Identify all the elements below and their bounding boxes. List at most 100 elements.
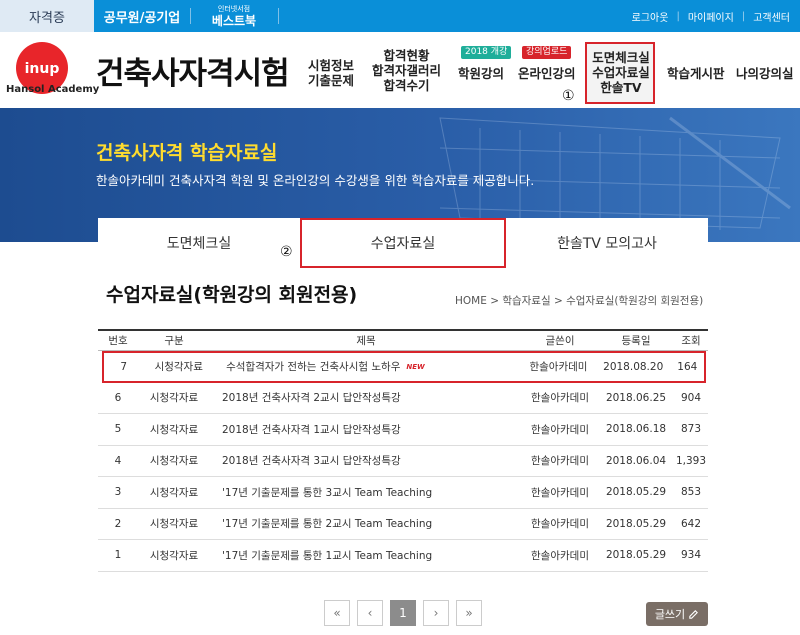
row-title[interactable]: '17년 기출문제를 통한 2교시 Team Teaching [210,509,522,540]
row-views: 873 [674,414,708,445]
row-title[interactable]: 수석합격자가 전하는 건축사시험 노하우 NEW [214,353,521,381]
divider [278,8,279,24]
table-row[interactable]: 3 시청각자료 '17년 기출문제를 통한 3교시 Team Teaching 한솔아… [98,477,708,509]
nav-pass-status[interactable]: 합격현황 합격자갤러리 합격수기 [372,48,441,93]
pager-next-button[interactable]: › [423,600,449,626]
page-title: 수업자료실(학원강의 회원전용) [106,284,358,306]
row-no-text: 4 [114,454,122,467]
utility-links: 로그아웃 | 마이페이지 | 고객센터 [632,0,790,32]
row-title[interactable]: '17년 기출문제를 통한 1교시 Team Teaching [210,540,522,571]
row-title[interactable]: 2018년 건축사자격 3교시 답안작성특강 [210,446,522,477]
row-date: 2018.06.18 [598,414,674,445]
row-views-text: 642 [680,517,702,530]
row-date: 2018.06.25 [598,383,674,414]
nav-label: 시험정보 [308,58,355,73]
row-views-text: 904 [680,391,702,404]
tab-class-materials[interactable]: 수업자료실 [300,218,506,268]
sub-tabs: 도면체크실 수업자료실 한솔TV 모의고사 [98,218,708,268]
row-no: 4 [98,446,138,477]
nav-my-classroom[interactable]: 나의강의실 [736,66,794,81]
table-row[interactable]: 5 시청각자료 2018년 건축사자격 1교시 답안작성특강 한솔아카데미 2018.0… [98,414,708,446]
header-author: 글쓴이 [545,335,575,347]
pager-page-1[interactable]: 1 [390,600,416,626]
row-no: 6 [98,383,138,414]
table-row[interactable]: 6 시청각자료 2018년 건축사자격 2교시 답안작성특강 한솔아카데미 2018.0… [98,383,708,414]
pager-prev-button[interactable]: ‹ [357,600,383,626]
divider: | [676,10,680,22]
row-title-text: 수석합격자가 전하는 건축사시험 노하우 [226,361,401,374]
row-author: 한솔아카데미 [522,414,598,445]
row-category-text: 시청각자료 [154,361,203,374]
tab-bestbook[interactable]: 인터넷서점 베스트북 [190,0,278,32]
row-category-text: 시청각자료 [149,518,199,531]
row-date-text: 2018.05.29 [605,549,667,562]
row-date: 2018.06.04 [598,446,674,477]
row-category: 시청각자료 [138,383,210,414]
row-title-text: '17년 기출문제를 통한 1교시 Team Teaching [222,549,433,562]
row-date-text: 2018.08.20 [603,360,664,373]
row-date: 2018.05.29 [598,477,674,508]
table-row[interactable]: 1 시청각자료 '17년 기출문제를 통한 1교시 Team Teaching 한솔아… [98,540,708,572]
row-date: 2018.08.20 [596,353,671,381]
row-category: 시청각자료 [138,446,210,477]
row-views: 853 [674,477,708,508]
mypage-link[interactable]: 마이페이지 [688,9,734,24]
annotation-marker-2: ② [280,244,293,260]
table-row[interactable]: 4 시청각자료 2018년 건축사자격 3교시 답안작성특강 한솔아카데미 2018.0… [98,446,708,477]
nav-label: 합격현황 [383,48,430,63]
row-author: 한솔아카데미 [521,353,596,381]
row-title-text: 2018년 건축사자격 3교시 답안작성특강 [222,455,401,468]
customer-center-link[interactable]: 고객센터 [753,9,790,24]
row-category-text: 시청각자료 [149,486,199,499]
pager-last-button[interactable]: » [456,600,482,626]
row-views: 904 [674,383,708,414]
row-views: 642 [674,509,708,540]
row-title-text: 2018년 건축사자격 1교시 답안작성특강 [222,423,401,436]
row-no: 3 [98,477,138,508]
row-no-text: 2 [114,517,122,530]
row-author-text: 한솔아카데미 [531,455,589,468]
row-no: 7 [104,353,143,381]
row-category: 시청각자료 [143,353,214,381]
table-row[interactable]: 7 시청각자료 수석합격자가 전하는 건축사시험 노하우 NEW 한솔아카데미 2018.… [102,351,706,383]
row-category: 시청각자료 [138,540,210,571]
table-row[interactable]: 2 시청각자료 '17년 기출문제를 통한 2교시 Team Teaching 한솔아… [98,509,708,540]
site-brand[interactable]: 건축사자격시험 [96,48,290,93]
header-no: 번호 [108,335,128,347]
logout-link[interactable]: 로그아웃 [632,9,669,24]
row-category-text: 시청각자료 [149,392,199,405]
row-no-text: 1 [114,549,122,562]
nav-study-board[interactable]: 학습게시판 [667,66,725,81]
row-category: 시청각자료 [138,477,210,508]
row-category-text: 시청각자료 [149,549,199,562]
row-author-text: 한솔아카데미 [531,549,589,562]
nav-academy-lecture[interactable]: 학원강의 [458,66,504,81]
tab-drawing-check[interactable]: 도면체크실 [98,218,300,268]
badge-2018: 2018 개강 [461,46,512,59]
bestbook-small-label: 인터넷서점 [217,4,251,13]
nav-exam-info[interactable]: 시험정보 기출문제 [308,58,354,88]
nav-drawing-class[interactable]: 도면체크실 수업자료실 한솔TV [590,50,652,95]
row-author: 한솔아카데미 [522,540,598,571]
annotation-marker-1: ① [562,88,575,104]
header-date: 등록일 [621,335,651,347]
row-date-text: 2018.06.25 [605,391,667,404]
row-views: 1,393 [674,446,708,477]
row-date-text: 2018.06.04 [605,454,667,467]
tab-hansol-tv[interactable]: 한솔TV 모의고사 [506,218,708,268]
row-views-text: 164 [677,360,698,373]
row-no-text: 7 [120,360,127,373]
row-title[interactable]: '17년 기출문제를 통한 3교시 Team Teaching [210,477,522,508]
row-views-text: 853 [680,486,702,499]
tab-civil-service[interactable]: 공무원/공기업 [94,0,190,32]
row-category-text: 시청각자료 [149,423,199,436]
row-author-text: 한솔아카데미 [531,423,589,436]
pager-first-button[interactable]: « [324,600,350,626]
row-author: 한솔아카데미 [522,383,598,414]
nav-online-lecture[interactable]: 온라인강의 [518,66,576,81]
nav-label: 기출문제 [308,73,355,88]
write-button[interactable]: 글쓰기 [646,602,708,626]
row-title[interactable]: 2018년 건축사자격 1교시 답안작성특강 [210,414,522,445]
tab-certificate[interactable]: 자격증 [0,0,94,32]
row-title[interactable]: 2018년 건축사자격 2교시 답안작성특강 [210,383,522,414]
